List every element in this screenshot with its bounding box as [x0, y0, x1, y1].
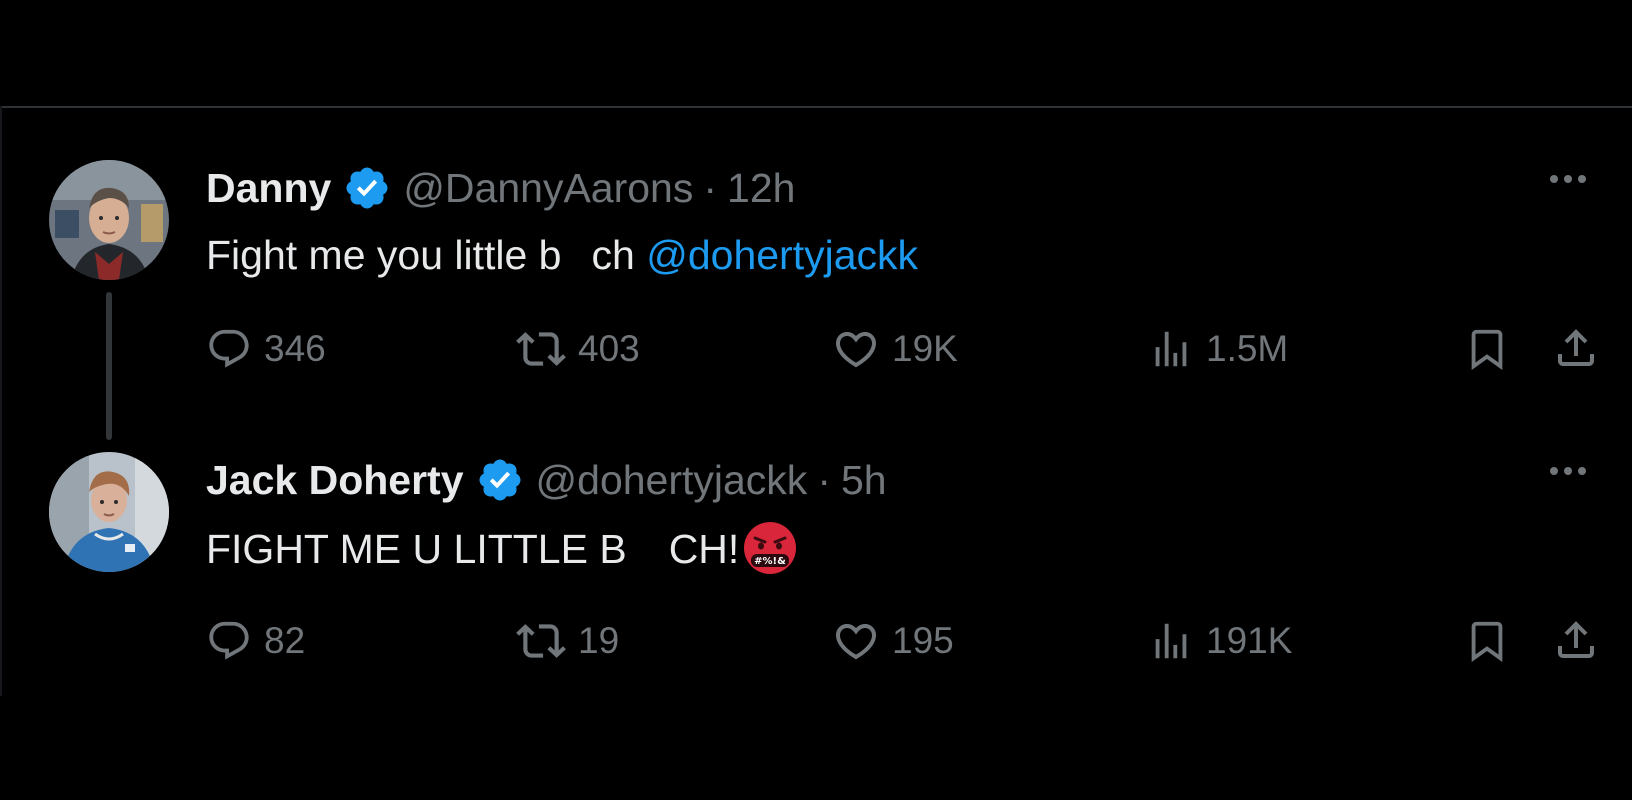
- share-icon: [1558, 621, 1594, 658]
- mention-link[interactable]: @dohertyjackk: [646, 232, 918, 278]
- views-button[interactable]: 191K: [1148, 616, 1292, 666]
- timestamp[interactable]: 5h: [841, 454, 887, 506]
- separator-dot: ·: [817, 457, 831, 503]
- reply-icon: [209, 329, 249, 368]
- retweet-button[interactable]: 403: [516, 324, 640, 374]
- views-count: 191K: [1206, 620, 1293, 661]
- thread-connector-line: [106, 292, 112, 440]
- retweet-icon: [516, 624, 566, 658]
- angry-symbols-emoji-icon: #%!&: [743, 521, 797, 587]
- views-chart-icon: [1155, 331, 1187, 367]
- avatar-danny-image: [49, 160, 169, 280]
- verified-badge-icon: [476, 456, 524, 504]
- tweet-text-part1: FIGHT ME U LITTLE B: [206, 526, 627, 572]
- like-count: 19K: [892, 328, 958, 369]
- tweet-text: FIGHT ME U LITTLE B CH! #%!&: [206, 521, 797, 587]
- reply-count: 346: [264, 328, 326, 369]
- reply-button[interactable]: 346: [206, 324, 326, 374]
- share-button[interactable]: [1552, 324, 1612, 372]
- bookmark-button[interactable]: [1464, 324, 1522, 374]
- retweet-count: 19: [578, 620, 620, 661]
- bookmark-icon: [1471, 621, 1503, 662]
- tweet-text-part2: CH!: [668, 526, 740, 572]
- tweet-actions: 346 403 19K 1.5M: [206, 324, 1606, 384]
- tweet-header: Jack Doherty @dohertyjackk · 5h: [206, 454, 887, 506]
- views-count: 1.5M: [1206, 328, 1289, 369]
- tweet-actions: 82 19 195 191K: [206, 616, 1606, 676]
- reply-button[interactable]: 82: [206, 616, 305, 666]
- views-chart-icon: [1155, 623, 1187, 659]
- heart-icon: [835, 624, 877, 660]
- more-options-icon[interactable]: [1550, 467, 1586, 475]
- avatar[interactable]: [49, 452, 169, 572]
- tweet-header: Danny @DannyAarons · 12h: [206, 162, 795, 214]
- avatar-jack-image: [49, 452, 169, 572]
- user-handle[interactable]: @DannyAarons: [403, 162, 693, 214]
- bookmark-icon: [1471, 329, 1503, 370]
- tweet-text: Fight me you little b ch @dohertyjackk: [206, 229, 918, 281]
- bookmark-button[interactable]: [1464, 616, 1522, 666]
- avatar[interactable]: [49, 160, 169, 280]
- like-button[interactable]: 195: [832, 616, 954, 666]
- tweet-text-part1: Fight me you little b: [206, 232, 562, 278]
- tweet-text-part2: ch: [591, 232, 635, 278]
- views-button[interactable]: 1.5M: [1148, 324, 1288, 374]
- user-handle[interactable]: @dohertyjackk: [536, 454, 808, 506]
- reply-count: 82: [264, 620, 306, 661]
- display-name[interactable]: Jack Doherty: [206, 454, 464, 506]
- top-divider: [0, 106, 1632, 108]
- more-options-icon[interactable]: [1550, 175, 1586, 183]
- share-icon: [1558, 329, 1594, 366]
- like-count: 195: [892, 620, 954, 661]
- share-button[interactable]: [1552, 616, 1612, 664]
- timeline-left-border: [0, 106, 2, 696]
- heart-icon: [835, 332, 877, 368]
- retweet-count: 403: [578, 328, 640, 369]
- svg-text:#%!&: #%!&: [754, 556, 786, 567]
- timestamp[interactable]: 12h: [727, 162, 795, 214]
- retweet-icon: [516, 332, 566, 366]
- like-button[interactable]: 19K: [832, 324, 958, 374]
- separator-dot: ·: [703, 165, 718, 211]
- reply-icon: [209, 621, 249, 660]
- retweet-button[interactable]: 19: [516, 616, 619, 666]
- verified-badge-icon: [343, 164, 391, 212]
- display-name[interactable]: Danny: [206, 162, 331, 214]
